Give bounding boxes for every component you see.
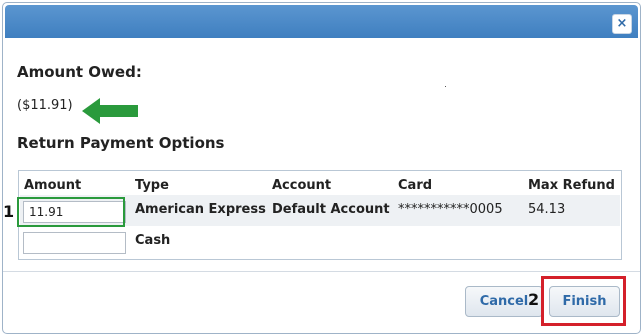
column-header-type: Type <box>135 178 169 193</box>
column-header-amount: Amount <box>24 178 82 193</box>
row-account: Default Account <box>272 202 390 217</box>
arrow-left-icon <box>82 98 138 124</box>
row-card: ***********0005 <box>398 202 503 217</box>
column-header-card: Card <box>398 178 433 193</box>
column-header-account: Account <box>272 178 332 193</box>
footer-divider <box>3 271 640 272</box>
highlight-box-finish <box>541 276 626 326</box>
amount-input-cash[interactable] <box>23 232 126 254</box>
row-type: American Express <box>135 202 266 217</box>
amount-owed-title: Amount Owed: <box>17 63 142 81</box>
close-icon[interactable]: × <box>612 14 632 34</box>
row-max-refund: 54.13 <box>528 202 566 217</box>
return-options-title: Return Payment Options <box>17 134 225 152</box>
highlight-box-amount <box>17 197 125 227</box>
dialog-titlebar: × <box>5 5 638 38</box>
stray-dot <box>445 86 446 87</box>
amount-owed-value: ($11.91) <box>17 98 73 113</box>
column-header-max-refund: Max Refund <box>528 178 615 193</box>
step-1-label: 1 <box>3 202 15 221</box>
row-type-cash: Cash <box>135 233 171 248</box>
step-2-label: 2 <box>528 290 540 309</box>
